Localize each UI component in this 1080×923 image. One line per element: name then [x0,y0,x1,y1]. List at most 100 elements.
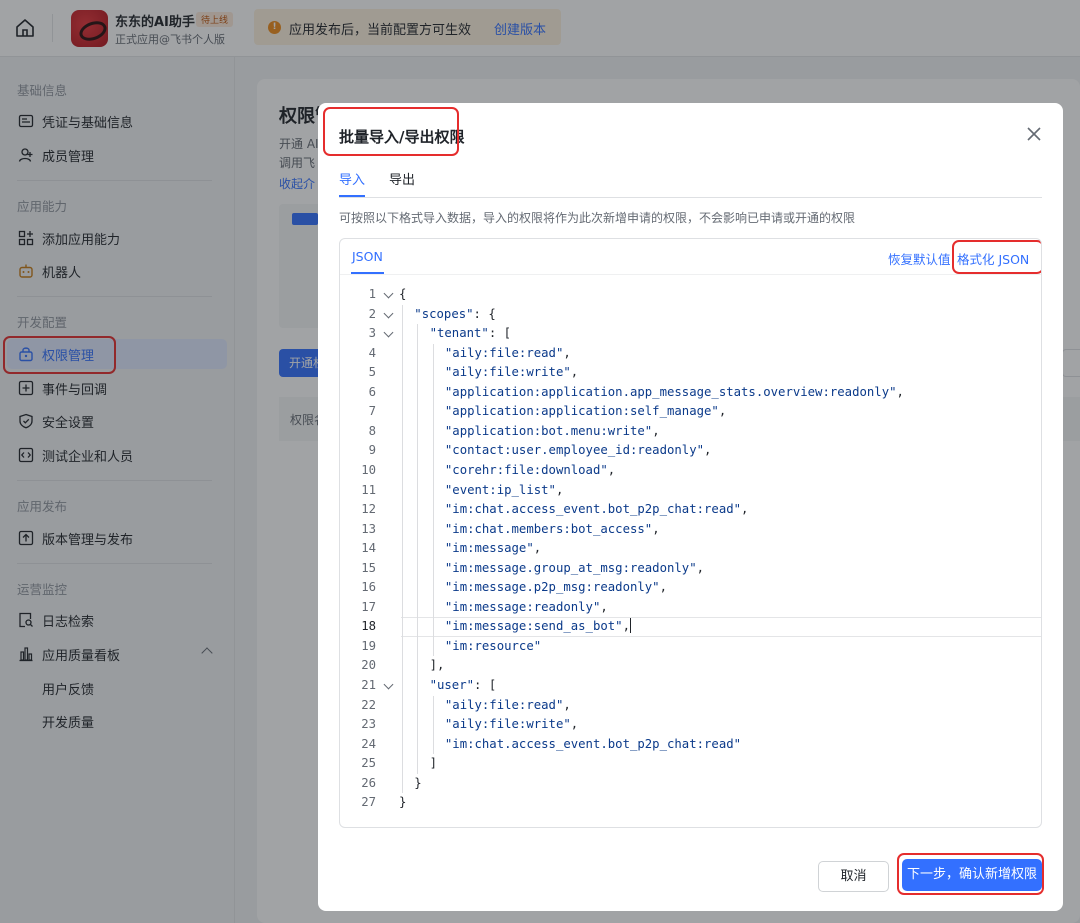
editor-header: JSON 恢复默认值 格式化 JSON [340,239,1041,275]
code-line[interactable]: 22 "aily:file:read", [340,696,1041,716]
code-text: "im:message.group_at_msg:readonly", [444,560,705,575]
line-number: 14 [361,541,376,556]
code-text: { [399,287,407,301]
code-line[interactable]: 21 "user": [ [340,676,1041,696]
code-line[interactable]: 4 "aily:file:read", [340,344,1041,364]
confirm-add-permission-button[interactable]: 下一步，确认新增权限 [902,859,1042,891]
code-text: ] [429,756,437,771]
code-line[interactable]: 24 "im:chat.access_event.bot_p2p_chat:rea… [340,735,1041,755]
code-text: "im:message:readonly", [444,599,608,614]
indent-guide [402,304,403,794]
code-line[interactable]: 2 "scopes": { [340,305,1041,325]
code-line[interactable]: 8 "application:bot.menu:write", [340,422,1041,442]
fold-chevron-icon[interactable] [383,679,394,690]
code-text: "aily:file:read", [444,345,571,360]
line-number: 24 [361,736,376,751]
tab-import[interactable]: 导入 [339,169,365,188]
code-line[interactable]: 18 "im:message:send_as_bot", [340,617,1041,637]
code-line[interactable]: 20], [340,656,1041,676]
fold-chevron-icon[interactable] [383,327,394,338]
json-editor[interactable]: JSON 恢复默认值 格式化 JSON 1{2 "scopes": {3 "tena… [339,238,1042,828]
fold-chevron-icon[interactable] [383,288,394,299]
line-number: 26 [361,775,376,790]
code-line[interactable]: 25] [340,754,1041,774]
json-tab-indicator [351,272,384,274]
code-text: } [414,775,422,790]
code-line[interactable]: 6 "application:application.app_message_st… [340,383,1041,403]
code-line[interactable]: 7 "application:application:self_manage", [340,402,1041,422]
code-line[interactable]: 1{ [340,285,1041,305]
code-text: "im:chat.members:bot_access", [444,521,660,536]
indent-guide [432,695,434,755]
code-line[interactable]: 27} [340,793,1041,813]
code-text: "aily:file:write", [444,365,579,380]
code-text: "im:message", [444,541,542,556]
code-line[interactable]: 23 "aily:file:write", [340,715,1041,735]
batch-permission-dialog: 批量导入/导出权限 导入 导出 可按照以下格式导入数据，导入的权限将作为此次新增… [318,103,1063,911]
line-number: 7 [368,404,376,419]
line-number: 1 [368,287,376,301]
line-number: 6 [368,384,376,399]
line-number: 2 [368,306,376,321]
code-line[interactable]: 3 "tenant": [ [340,324,1041,344]
line-number: 13 [361,521,376,536]
code-text: "im:resource" [444,638,542,653]
line-number: 17 [361,599,376,614]
format-json-link[interactable]: 格式化 JSON [957,249,1029,268]
code-text: "aily:file:write", [444,717,579,732]
line-number: 22 [361,697,376,712]
code-line[interactable]: 11 "event:ip_list", [340,481,1041,501]
code-line[interactable]: 15 "im:message.group_at_msg:readonly", [340,559,1041,579]
indent-guide [432,343,434,657]
line-number: 9 [368,443,376,458]
line-number: 15 [361,560,376,575]
tab-bar: 导入 导出 [339,165,1042,198]
code-line[interactable]: 9 "contact:user.employee_id:readonly", [340,441,1041,461]
code-line[interactable]: 16 "im:message.p2p_msg:readonly", [340,578,1041,598]
code-line[interactable]: 26} [340,774,1041,794]
line-number: 16 [361,580,376,595]
code-text: } [399,795,407,810]
dialog-title: 批量导入/导出权限 [339,128,465,146]
code-line[interactable]: 12 "im:chat.access_event.bot_p2p_chat:rea… [340,500,1041,520]
indent-guide [417,324,419,774]
code-line[interactable]: 19 "im:resource" [340,637,1041,657]
line-number: 23 [361,717,376,732]
code-text: "application:application:self_manage", [444,404,727,419]
code-text: ], [429,658,445,673]
line-number: 18 [361,619,376,634]
code-text: "application:application.app_message_sta… [444,384,904,399]
line-number: 20 [361,658,376,673]
code-text: "im:message:send_as_bot", [444,618,631,634]
line-number: 4 [368,345,376,360]
cancel-button[interactable]: 取消 [818,861,889,892]
text-caret [629,618,631,634]
code-line[interactable]: 14 "im:message", [340,539,1041,559]
code-text: "contact:user.employee_id:readonly", [444,443,712,458]
code-line[interactable]: 5 "aily:file:write", [340,363,1041,383]
line-number: 27 [361,795,376,810]
code-line[interactable]: 10 "corehr:file:download", [340,461,1041,481]
code-text: "im:chat.access_event.bot_p2p_chat:read"… [444,502,749,517]
close-icon[interactable] [1025,125,1043,143]
code-line[interactable]: 17 "im:message:readonly", [340,598,1041,618]
code-text: "event:ip_list", [444,482,564,497]
code-line[interactable]: 13 "im:chat.members:bot_access", [340,520,1041,540]
line-number: 3 [368,326,376,341]
import-description: 可按照以下格式导入数据，导入的权限将作为此次新增申请的权限，不会影响已申请或开通… [339,211,856,225]
line-number: 10 [361,462,376,477]
tab-export[interactable]: 导出 [389,169,415,188]
fold-chevron-icon[interactable] [383,308,394,318]
code-text: "user": [ [429,678,497,692]
code-text: "im:chat.access_event.bot_p2p_chat:read" [444,736,742,751]
code-text: "aily:file:read", [444,697,571,712]
code-text: "scopes": { [414,306,496,321]
line-number: 11 [361,482,376,497]
active-tab-indicator [339,195,365,197]
line-number: 12 [361,502,376,517]
code-text: "im:message.p2p_msg:readonly", [444,580,667,595]
code-text: "corehr:file:download", [444,462,616,477]
restore-default-link[interactable]: 恢复默认值 [888,249,951,268]
tab-json[interactable]: JSON [352,249,383,264]
line-number: 25 [361,756,376,771]
